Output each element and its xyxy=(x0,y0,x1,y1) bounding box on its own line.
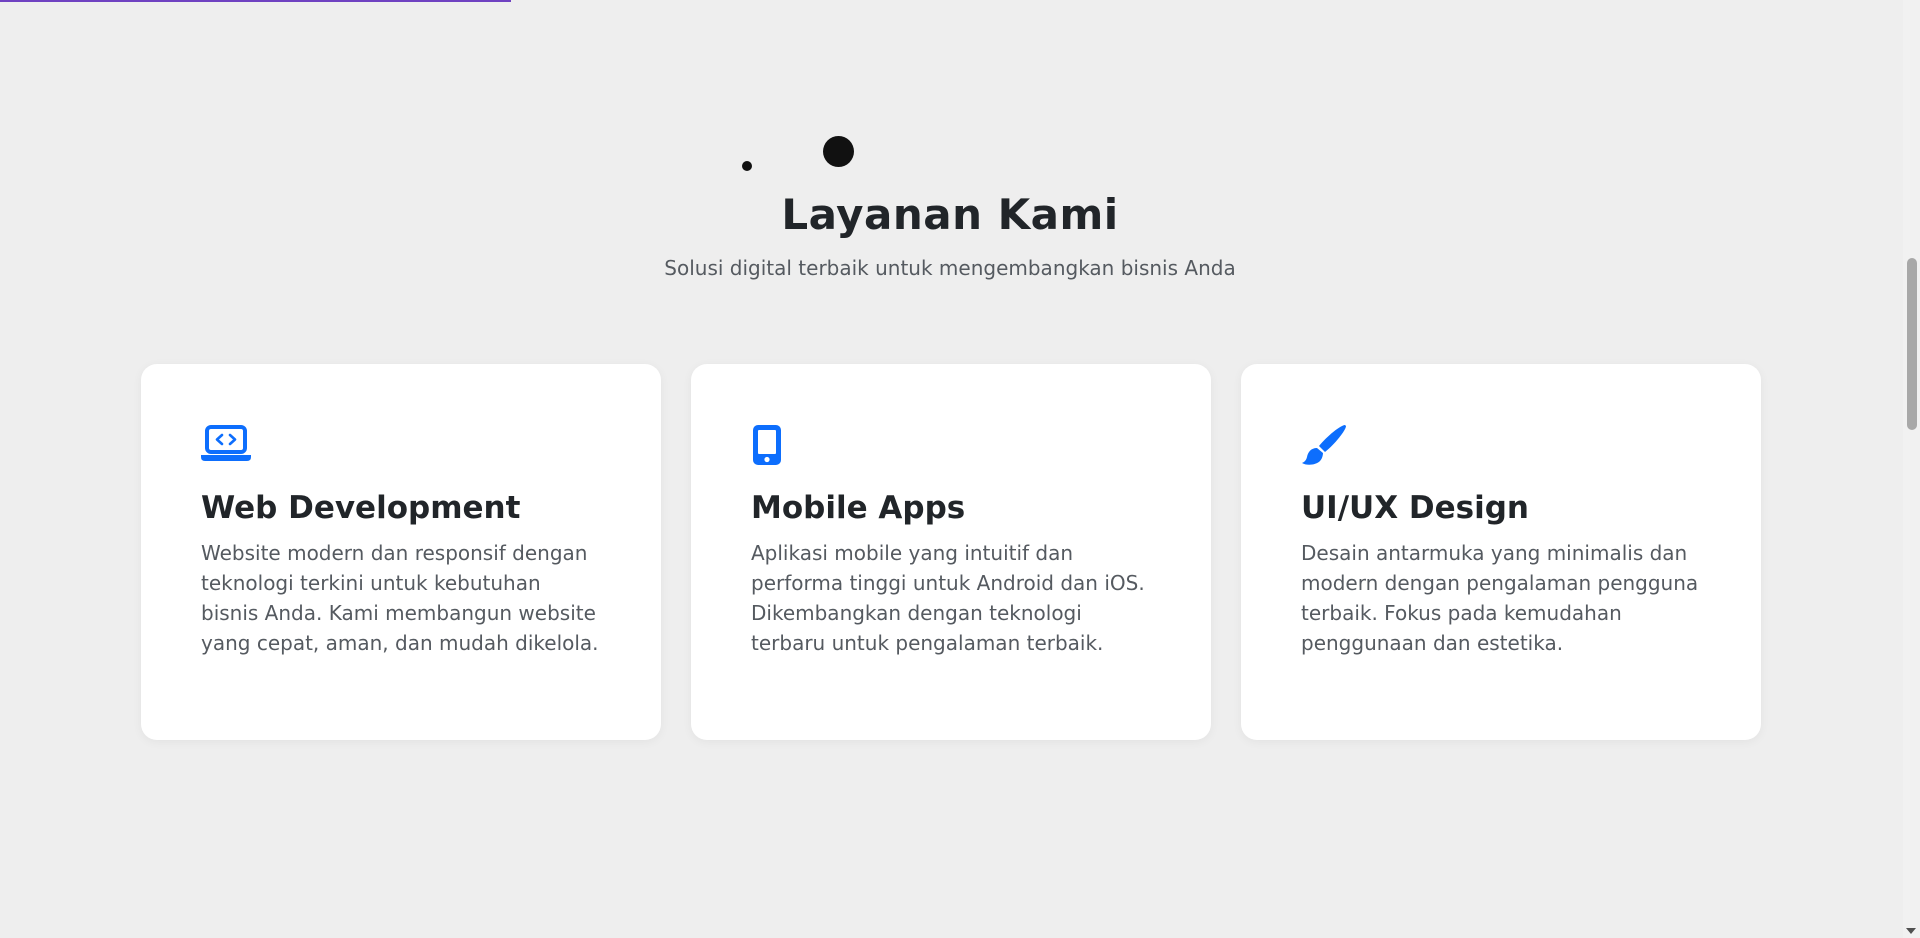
service-title: Web Development xyxy=(201,490,521,526)
decorative-dot-large xyxy=(823,136,854,167)
service-title: UI/UX Design xyxy=(1301,490,1529,526)
services-grid: Web Development Website modern dan respo… xyxy=(141,364,1761,740)
scroll-down-arrow-icon[interactable] xyxy=(1906,928,1916,934)
service-title: Mobile Apps xyxy=(751,490,966,526)
decorative-dot-small xyxy=(742,161,752,171)
section-title: Layanan Kami xyxy=(781,190,1119,239)
laptop-code-icon xyxy=(201,424,253,468)
service-description: Website modern dan responsif dengan tekn… xyxy=(201,541,599,655)
scroll-progress-bar xyxy=(0,0,511,2)
service-card-web-development: Web Development Website modern dan respo… xyxy=(141,364,661,740)
paint-brush-icon xyxy=(1301,424,1353,468)
scrollbar-thumb[interactable] xyxy=(1907,258,1917,430)
section-subtitle: Solusi digital terbaik untuk mengembangk… xyxy=(664,256,1236,280)
mobile-phone-icon xyxy=(751,424,803,468)
service-description: Desain antarmuka yang minimalis dan mode… xyxy=(1301,541,1699,655)
page-scrollbar[interactable] xyxy=(1903,0,1920,938)
service-card-mobile-apps: Mobile Apps Aplikasi mobile yang intuiti… xyxy=(691,364,1211,740)
service-card-ui-ux-design: UI/UX Design Desain antarmuka yang minim… xyxy=(1241,364,1761,740)
service-description: Aplikasi mobile yang intuitif dan perfor… xyxy=(751,541,1145,655)
